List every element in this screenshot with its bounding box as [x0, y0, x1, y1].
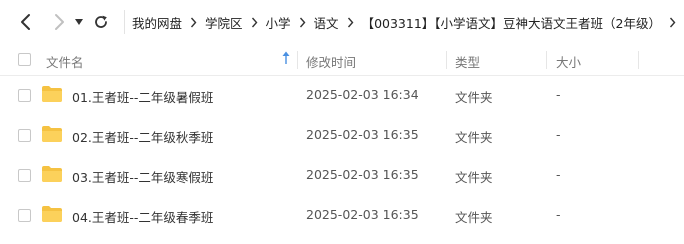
file-type: 文件夹	[455, 90, 493, 105]
file-size: -	[556, 87, 561, 102]
forward-button[interactable]	[48, 11, 70, 33]
breadcrumb-item[interactable]: 我的网盘	[132, 13, 182, 32]
chevron-right-icon	[190, 17, 197, 28]
chevron-right-icon	[251, 17, 258, 28]
file-size: -	[556, 127, 561, 142]
file-size: -	[556, 167, 561, 182]
file-type: 文件夹	[455, 210, 493, 225]
table-row[interactable]: 04.王者班--二年级春季班 2025-02-03 16:35 文件夹 -	[0, 196, 684, 236]
sort-up-arrow-icon[interactable]	[282, 51, 290, 68]
folder-icon	[42, 86, 62, 102]
breadcrumb-item-current[interactable]: 【003311】【小学语文】豆神大语文王者班（2年级）	[362, 13, 661, 32]
chevron-right-icon[interactable]	[669, 17, 676, 28]
select-all-checkbox[interactable]	[18, 53, 31, 66]
modified-time: 2025-02-03 16:34	[306, 87, 419, 102]
column-header-type[interactable]: 类型	[455, 52, 480, 71]
chevron-right-icon	[347, 17, 354, 28]
file-type: 文件夹	[455, 130, 493, 145]
table-row[interactable]: 03.王者班--二年级寒假班 2025-02-03 16:35 文件夹 -	[0, 156, 684, 196]
folder-icon	[42, 206, 62, 222]
column-divider[interactable]	[546, 51, 547, 69]
table-row[interactable]: 02.王者班--二年级秋季班 2025-02-03 16:35 文件夹 -	[0, 116, 684, 156]
column-header-size[interactable]: 大小	[556, 52, 581, 71]
back-button[interactable]	[15, 11, 37, 33]
file-name[interactable]: 01.王者班--二年级暑假班	[72, 87, 213, 106]
navigation-bar: 我的网盘 学院区 小学 语文 【003311】【小学语文】豆神大语文王者班（2年…	[0, 0, 684, 44]
file-name[interactable]: 02.王者班--二年级秋季班	[72, 127, 213, 146]
file-size: -	[556, 207, 561, 222]
column-header-name[interactable]: 文件名	[46, 52, 84, 71]
modified-time: 2025-02-03 16:35	[306, 167, 419, 182]
chevron-left-icon	[21, 14, 30, 30]
chevron-right-icon	[299, 17, 306, 28]
row-checkbox[interactable]	[18, 209, 31, 222]
chevron-right-icon	[55, 14, 64, 30]
file-type: 文件夹	[455, 170, 493, 185]
refresh-button[interactable]	[90, 11, 112, 33]
breadcrumb-item[interactable]: 语文	[314, 13, 339, 32]
file-list: 01.王者班--二年级暑假班 2025-02-03 16:34 文件夹 - 02…	[0, 76, 684, 236]
row-checkbox[interactable]	[18, 129, 31, 142]
folder-icon	[42, 166, 62, 182]
modified-time: 2025-02-03 16:35	[306, 127, 419, 142]
column-divider[interactable]	[446, 51, 447, 69]
modified-time: 2025-02-03 16:35	[306, 207, 419, 222]
file-name[interactable]: 04.王者班--二年级春季班	[72, 207, 213, 226]
history-dropdown-button[interactable]	[71, 11, 87, 33]
file-name[interactable]: 03.王者班--二年级寒假班	[72, 167, 213, 186]
refresh-icon	[95, 15, 107, 28]
table-header: 文件名 修改时间 类型 大小	[0, 44, 684, 76]
breadcrumb-item[interactable]: 学院区	[205, 13, 243, 32]
folder-icon	[42, 126, 62, 142]
column-divider[interactable]	[297, 51, 298, 69]
row-checkbox[interactable]	[18, 89, 31, 102]
breadcrumb-item[interactable]: 小学	[266, 13, 291, 32]
column-header-modified[interactable]: 修改时间	[306, 52, 356, 71]
caret-down-icon	[75, 19, 83, 25]
column-divider[interactable]	[638, 51, 639, 69]
row-checkbox[interactable]	[18, 169, 31, 182]
table-row[interactable]: 01.王者班--二年级暑假班 2025-02-03 16:34 文件夹 -	[0, 76, 684, 116]
nav-divider	[124, 10, 125, 34]
breadcrumb: 我的网盘 学院区 小学 语文 【003311】【小学语文】豆神大语文王者班（2年…	[132, 0, 684, 44]
